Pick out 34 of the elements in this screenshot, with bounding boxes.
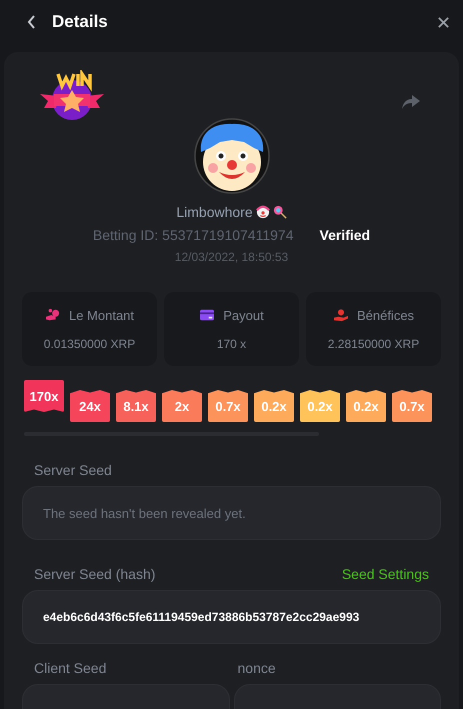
- multiplier-tile: 170x: [24, 380, 64, 412]
- betting-id: Betting ID: 55371719107411974: [92, 227, 294, 243]
- bet-timestamp: 12/03/2022, 18:50:53: [174, 250, 288, 264]
- stat-value: 170 x: [216, 336, 246, 350]
- seed-settings-link[interactable]: Seed Settings: [342, 566, 429, 582]
- field-label: Server Seed: [34, 462, 112, 478]
- verified-status: Verified: [320, 227, 370, 243]
- username: Limbowhore: [176, 204, 253, 220]
- lollipop-icon: [272, 205, 287, 219]
- stat-label: Payout: [223, 308, 264, 322]
- clown-face-icon: [256, 205, 270, 219]
- stat-label: Le Montant: [68, 308, 134, 322]
- multiplier-tile: 24x: [70, 390, 110, 422]
- coins-hand-icon: [44, 308, 61, 322]
- multiplier-tile: 0.7x: [208, 390, 248, 422]
- window-title: Details: [52, 12, 109, 32]
- card-icon: [199, 308, 216, 322]
- close-icon[interactable]: [437, 16, 450, 28]
- multiplier-tile: 8.1x: [116, 390, 156, 422]
- stat-value: 2.28150000 XRP: [328, 336, 420, 350]
- share-icon[interactable]: [401, 94, 421, 110]
- field-label: Server Seed (hash): [34, 566, 156, 582]
- stat-value: 0.01350000 XRP: [44, 336, 136, 350]
- stat-label: Bénéfices: [356, 308, 414, 322]
- person-hand-icon: [332, 308, 349, 322]
- multiplier-tile: 0.2x: [300, 390, 340, 422]
- field-label: Client Seed: [34, 660, 106, 676]
- multiplier-tile: 0.2x: [346, 390, 386, 422]
- multiplier-tile: 2x: [162, 390, 202, 422]
- multiplier-tile: 0.2x: [254, 390, 294, 422]
- server-seed-hash-field[interactable]: e4eb6c6d43f6c5fe61119459ed73886b53787e2cc29ae993: [22, 590, 441, 644]
- server-seed-field[interactable]: The seed hasn't been revealed yet.: [22, 486, 441, 540]
- multiplier-tile: 0.7x: [392, 390, 432, 422]
- field-label: nonce: [238, 660, 276, 676]
